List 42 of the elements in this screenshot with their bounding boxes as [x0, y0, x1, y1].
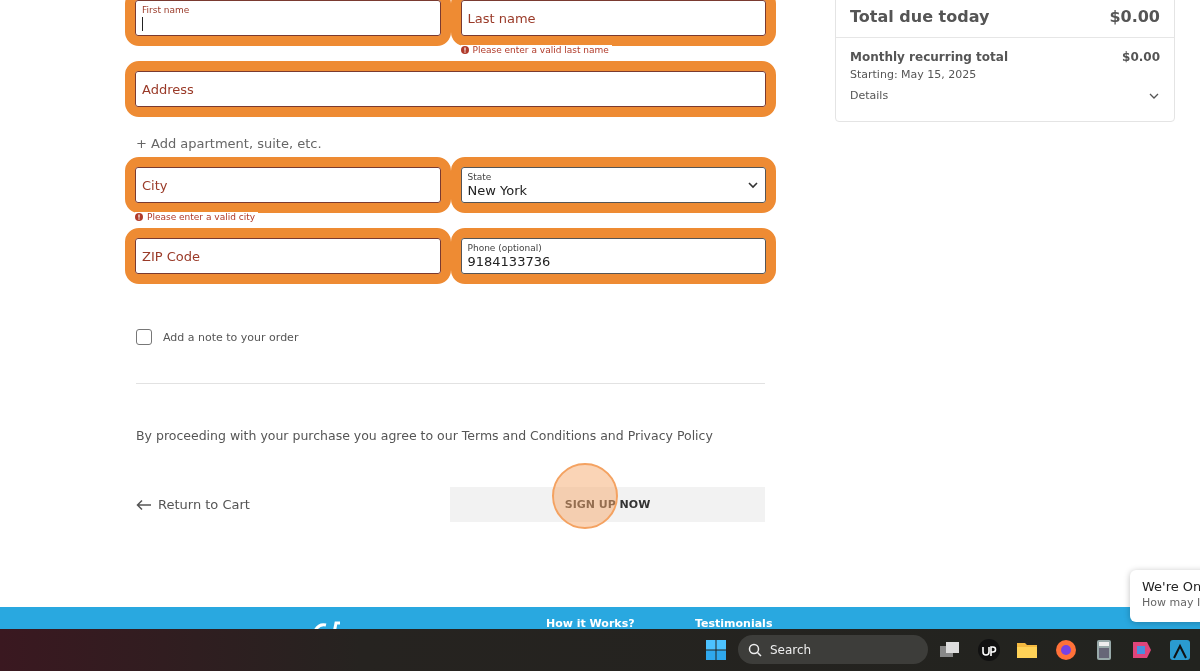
- chat-popup[interactable]: We're On How may I: [1130, 570, 1200, 622]
- chevron-down-icon: [747, 179, 759, 191]
- note-checkbox[interactable]: [136, 329, 152, 345]
- recurring-amount: $0.00: [1122, 50, 1160, 64]
- field-label: State: [467, 171, 493, 183]
- field-placeholder: ZIP Code: [142, 248, 200, 264]
- field-placeholder: Last name: [467, 10, 536, 26]
- select-field[interactable]: State New York: [460, 167, 766, 203]
- windows-start-icon[interactable]: [704, 638, 728, 662]
- checkbox-label: Add a note to your order: [163, 330, 299, 344]
- start-date: Starting: May 15, 2025: [850, 68, 978, 81]
- field-label: Phone (optional): [467, 242, 543, 254]
- input-field[interactable]: Last name: [460, 0, 766, 36]
- chat-title: We're On: [1142, 579, 1200, 594]
- arrow-left-icon: [136, 498, 152, 511]
- add-apartment-link[interactable]: + Add apartment, suite, etc.: [136, 136, 776, 152]
- input-field[interactable]: ZIP Code: [135, 238, 441, 274]
- details-toggle[interactable]: Details: [850, 89, 889, 102]
- total-amount: $0.00: [1109, 6, 1160, 26]
- field-value: New York: [467, 182, 528, 199]
- error-message: Please enter a valid city: [135, 212, 259, 222]
- total-label: Total due today: [850, 6, 990, 26]
- browser-icon[interactable]: [1054, 638, 1078, 662]
- field-label: First name: [142, 4, 191, 16]
- error-message: Please enter a valid last name: [460, 45, 612, 55]
- field-value: 9184133736: [467, 253, 551, 270]
- taskbar-search[interactable]: Search: [738, 635, 928, 664]
- app-icon[interactable]: [1168, 638, 1192, 662]
- input-field[interactable]: Phone (optional) 9184133736: [460, 238, 766, 274]
- error-icon: [135, 213, 143, 221]
- error-icon: [460, 46, 469, 54]
- input-field[interactable]: Address: [135, 71, 766, 107]
- terms-text: By proceeding with your purchase you agree to our Terms and Conditions and Privacy Policy: [136, 428, 714, 443]
- input-field[interactable]: First name: [135, 0, 441, 36]
- app-icon[interactable]: [977, 638, 1001, 662]
- recurring-label: Monthly recurring total: [850, 50, 1009, 64]
- field-placeholder: Address: [142, 81, 194, 97]
- field-placeholder: City: [142, 177, 168, 193]
- input-field[interactable]: City: [135, 167, 441, 203]
- search-icon: [748, 642, 762, 657]
- chat-message: How may I: [1142, 596, 1200, 609]
- return-link[interactable]: Return to Cart: [136, 497, 450, 512]
